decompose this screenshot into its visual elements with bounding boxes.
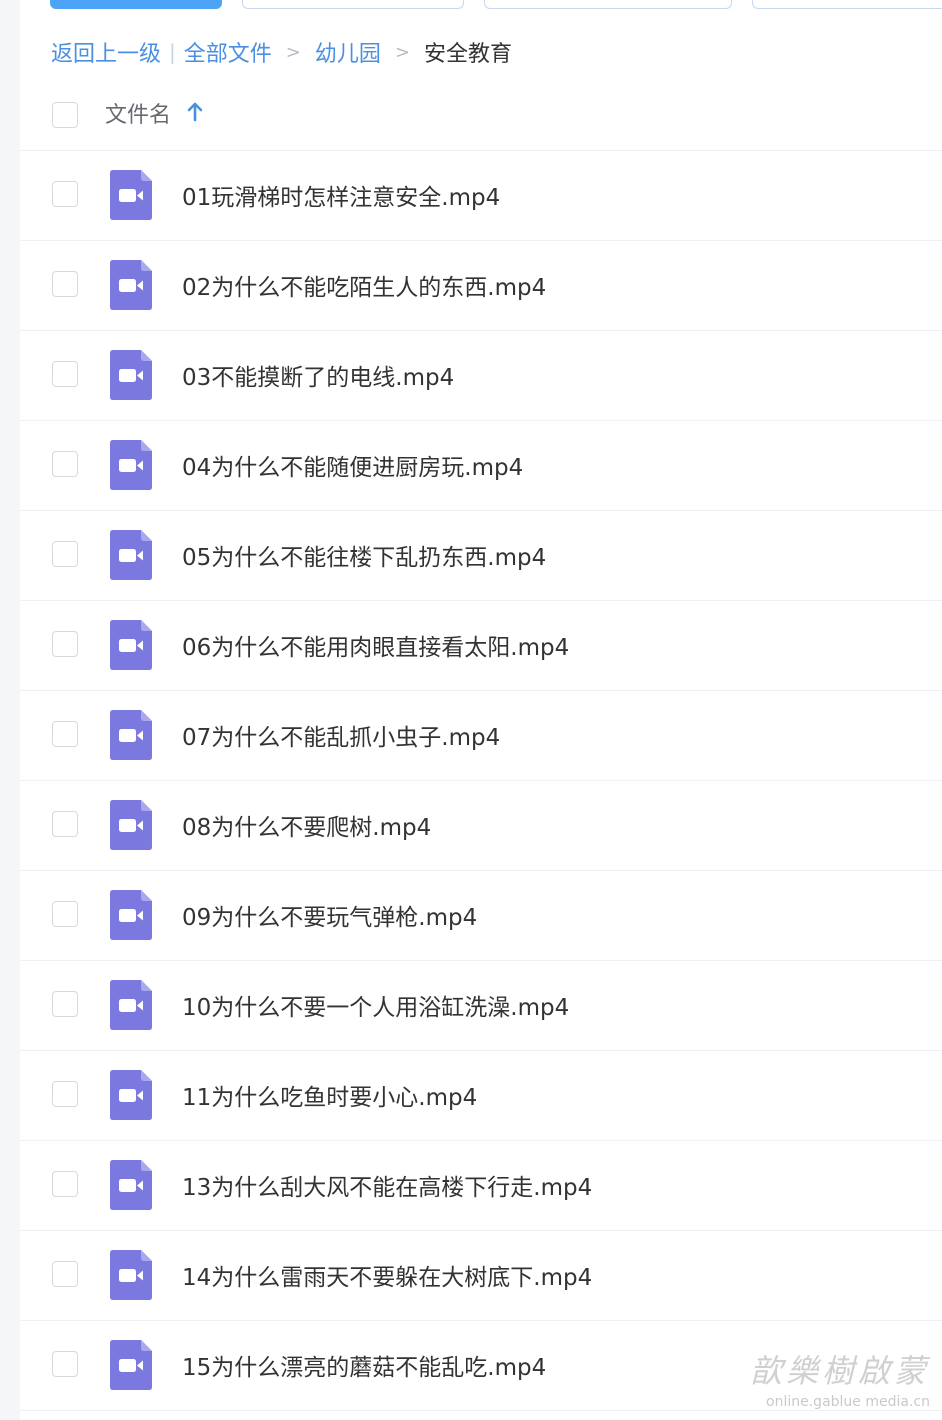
sort-ascending-icon[interactable] — [186, 100, 204, 124]
file-name[interactable]: 15为什么漂亮的蘑菇不能乱吃.mp4 — [182, 1348, 546, 1382]
file-row[interactable]: 08为什么不要爬树.mp4 — [20, 781, 942, 871]
video-file-icon — [110, 980, 152, 1030]
file-checkbox[interactable] — [52, 721, 78, 747]
file-row[interactable]: 03不能摸断了的电线.mp4 — [20, 331, 942, 421]
video-file-icon — [110, 1340, 152, 1390]
file-row[interactable]: 02为什么不能吃陌生人的东西.mp4 — [20, 241, 942, 331]
file-name[interactable]: 05为什么不能往楼下乱扔东西.mp4 — [182, 538, 546, 572]
toolbar-button[interactable] — [752, 0, 942, 9]
file-name[interactable]: 14为什么雷雨天不要躲在大树底下.mp4 — [182, 1258, 592, 1292]
file-checkbox[interactable] — [52, 271, 78, 297]
file-row[interactable]: 13为什么刮大风不能在高楼下行走.mp4 — [20, 1141, 942, 1231]
file-checkbox[interactable] — [52, 1081, 78, 1107]
video-file-icon — [110, 350, 152, 400]
file-checkbox[interactable] — [52, 181, 78, 207]
file-row[interactable]: 07为什么不能乱抓小虫子.mp4 — [20, 691, 942, 781]
file-name[interactable]: 13为什么刮大风不能在高楼下行走.mp4 — [182, 1168, 592, 1202]
file-row[interactable]: 09为什么不要玩气弹枪.mp4 — [20, 871, 942, 961]
toolbar-button[interactable] — [242, 0, 464, 9]
file-checkbox[interactable] — [52, 451, 78, 477]
video-file-icon — [110, 890, 152, 940]
file-name[interactable]: 10为什么不要一个人用浴缸洗澡.mp4 — [182, 988, 569, 1022]
chevron-right-icon: > — [285, 41, 301, 63]
file-row[interactable]: 11为什么吃鱼时要小心.mp4 — [20, 1051, 942, 1141]
column-header-name[interactable]: 文件名 — [105, 97, 171, 129]
file-list: 01玩滑梯时怎样注意安全.mp4 02为什么不能吃陌生人的东西.mp4 03不能… — [20, 151, 942, 1411]
file-checkbox[interactable] — [52, 361, 78, 387]
video-file-icon — [110, 530, 152, 580]
breadcrumb: 返回上一级 | 全部文件 > 幼儿园 > 安全教育 — [51, 34, 512, 70]
file-name[interactable]: 06为什么不能用肉眼直接看太阳.mp4 — [182, 628, 569, 662]
file-name[interactable]: 03不能摸断了的电线.mp4 — [182, 358, 454, 392]
back-link[interactable]: 返回上一级 — [51, 36, 161, 68]
file-row[interactable]: 14为什么雷雨天不要躲在大树底下.mp4 — [20, 1231, 942, 1321]
file-checkbox[interactable] — [52, 811, 78, 837]
toolbar-primary-button[interactable] — [50, 0, 222, 9]
file-row[interactable]: 15为什么漂亮的蘑菇不能乱吃.mp4 — [20, 1321, 942, 1411]
file-checkbox[interactable] — [52, 631, 78, 657]
file-checkbox[interactable] — [52, 1171, 78, 1197]
file-row[interactable]: 04为什么不能随便进厨房玩.mp4 — [20, 421, 942, 511]
video-file-icon — [110, 1250, 152, 1300]
select-all-checkbox[interactable] — [52, 102, 78, 128]
file-name[interactable]: 01玩滑梯时怎样注意安全.mp4 — [182, 178, 500, 212]
file-name[interactable]: 04为什么不能随便进厨房玩.mp4 — [182, 448, 523, 482]
file-checkbox[interactable] — [52, 1351, 78, 1377]
breadcrumb-divider: | — [169, 40, 176, 64]
video-file-icon — [110, 710, 152, 760]
file-row[interactable]: 01玩滑梯时怎样注意安全.mp4 — [20, 151, 942, 241]
file-checkbox[interactable] — [52, 541, 78, 567]
file-checkbox[interactable] — [52, 1261, 78, 1287]
list-header: 文件名 — [20, 80, 942, 151]
file-name[interactable]: 08为什么不要爬树.mp4 — [182, 808, 431, 842]
breadcrumb-current: 安全教育 — [423, 42, 512, 67]
file-checkbox[interactable] — [52, 901, 78, 927]
file-checkbox[interactable] — [52, 991, 78, 1017]
video-file-icon — [110, 440, 152, 490]
toolbar-button[interactable] — [484, 0, 732, 9]
toolbar — [0, 0, 942, 12]
file-row[interactable]: 05为什么不能往楼下乱扔东西.mp4 — [20, 511, 942, 601]
file-name[interactable]: 02为什么不能吃陌生人的东西.mp4 — [182, 268, 546, 302]
video-file-icon — [110, 260, 152, 310]
video-file-icon — [110, 1160, 152, 1210]
breadcrumb-parent[interactable]: 幼儿园 — [315, 36, 381, 68]
file-row[interactable]: 06为什么不能用肉眼直接看太阳.mp4 — [20, 601, 942, 691]
video-file-icon — [110, 620, 152, 670]
file-name[interactable]: 09为什么不要玩气弹枪.mp4 — [182, 898, 477, 932]
chevron-right-icon: > — [394, 41, 410, 63]
file-name[interactable]: 07为什么不能乱抓小虫子.mp4 — [182, 718, 500, 752]
file-row[interactable]: 10为什么不要一个人用浴缸洗澡.mp4 — [20, 961, 942, 1051]
video-file-icon — [110, 170, 152, 220]
video-file-icon — [110, 1070, 152, 1120]
breadcrumb-all-files[interactable]: 全部文件 — [184, 36, 272, 68]
file-name[interactable]: 11为什么吃鱼时要小心.mp4 — [182, 1078, 477, 1112]
video-file-icon — [110, 800, 152, 850]
